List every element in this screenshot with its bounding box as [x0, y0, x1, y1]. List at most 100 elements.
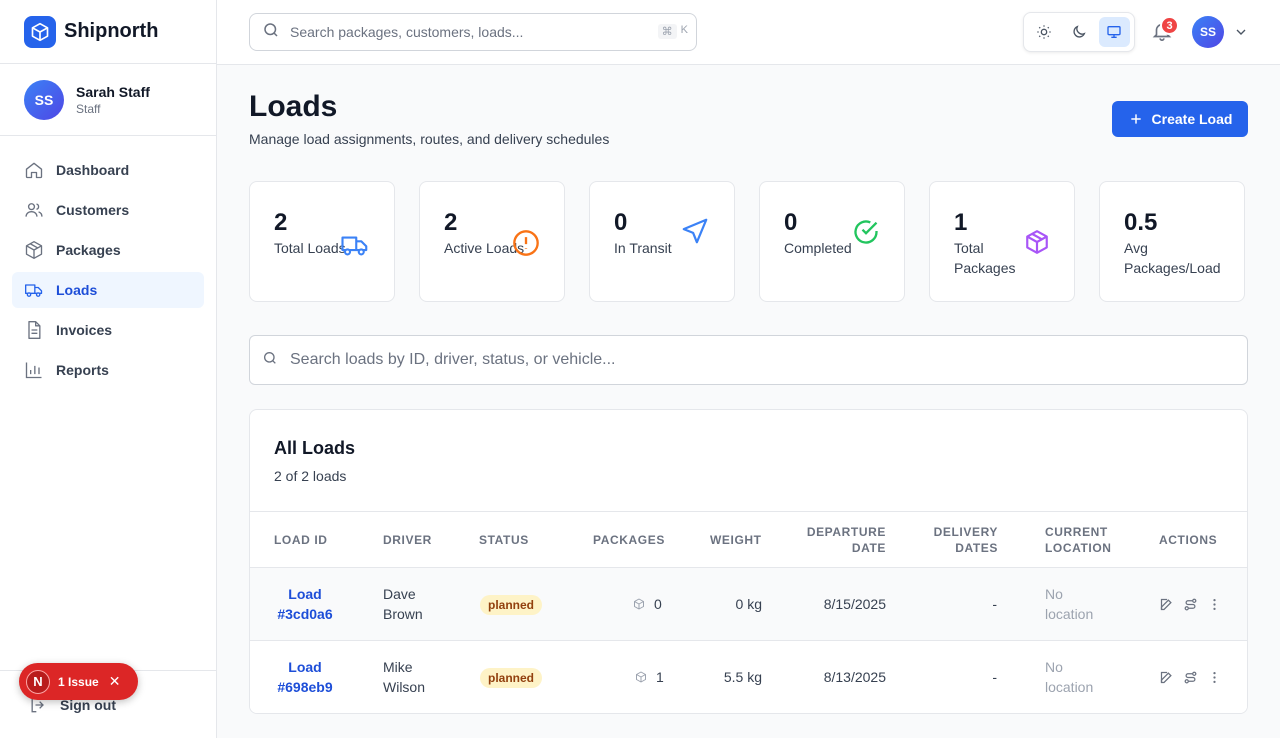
issue-label: 1 Issue [58, 674, 99, 689]
plus-icon [1130, 114, 1141, 124]
home-icon [24, 160, 44, 180]
k-key: K [680, 24, 688, 36]
search-icon [262, 21, 280, 44]
packages-count: 0 [654, 596, 662, 612]
dark-theme-button[interactable] [1063, 17, 1094, 47]
weight-cell: 0 kg [735, 596, 762, 612]
column-header[interactable]: Packages [593, 532, 665, 548]
users-icon [24, 200, 44, 220]
column-header[interactable]: Delivery Dates [910, 524, 998, 556]
avatar: SS [24, 79, 64, 120]
user-profile: SS Sarah Staff Staff [0, 64, 216, 136]
sidebar-item-packages[interactable]: Packages [12, 232, 204, 268]
issue-initial: N [26, 669, 50, 694]
column-header[interactable]: Driver [383, 532, 432, 548]
brand[interactable]: Shipnorth [0, 0, 216, 64]
package-icon [636, 671, 646, 683]
sidebar: Shipnorth SS Sarah Staff Staff Dashboard… [0, 0, 217, 738]
search-input[interactable] [290, 24, 640, 40]
packages-count: 1 [656, 669, 664, 685]
page-title: Loads [249, 90, 338, 123]
departure-date-cell: 8/13/2025 [823, 669, 886, 685]
user-name: Sarah Staff [76, 83, 150, 100]
load-id-link[interactable]: Load #3cd0a6 [274, 584, 336, 624]
column-header[interactable]: Status [479, 532, 529, 548]
theme-switcher [1023, 12, 1135, 52]
loads-table-card: All Loads 2 of 2 loads Load ID Driver St… [249, 409, 1248, 714]
navigation-icon [680, 216, 710, 251]
delivery-dates-cell: - [992, 669, 997, 685]
sidebar-item-dashboard[interactable]: Dashboard [12, 152, 204, 188]
stat-value: 0 [614, 209, 628, 236]
loads-search [249, 335, 1248, 385]
location-cell: No location [1045, 659, 1094, 695]
column-header[interactable]: Load ID [274, 532, 328, 548]
user-menu-avatar[interactable]: SS [1192, 16, 1224, 48]
topbar: ⌘ K 3 SS [217, 0, 1280, 65]
column-header[interactable]: Departure Date [790, 524, 886, 556]
truck-icon [24, 280, 44, 300]
sidebar-item-label: Packages [56, 242, 121, 258]
sidebar-item-reports[interactable]: Reports [12, 352, 204, 388]
table-row[interactable]: Load #3cd0a6 Dave Brown planned 0 0 kg 8… [250, 568, 1247, 641]
page-subtitle: Manage load assignments, routes, and del… [249, 131, 610, 147]
stat-card-total-packages: 1 Total Packages [929, 181, 1075, 302]
issue-toast[interactable]: N 1 Issue ✕ [19, 663, 138, 700]
create-load-label: Create Load [1151, 111, 1233, 127]
system-theme-button[interactable] [1098, 17, 1130, 47]
stat-card-total-loads: 2 Total Loads [249, 181, 395, 302]
brand-name: Shipnorth [64, 20, 159, 42]
sidebar-item-label: Loads [56, 282, 98, 298]
edit-icon[interactable] [1157, 595, 1175, 613]
table-header: Load ID Driver Status Packages Weight De… [250, 511, 1247, 568]
status-badge: planned [480, 668, 543, 688]
light-theme-button[interactable] [1028, 17, 1059, 47]
route-icon[interactable] [1181, 668, 1199, 686]
check-circle-icon [852, 218, 880, 251]
keyboard-shortcut: ⌘ K [657, 24, 688, 39]
driver-cell: Dave Brown [383, 586, 423, 622]
alert-circle-icon [512, 229, 540, 262]
stats-row: 2 Total Loads 2 Active Loads 0 In Transi… [249, 181, 1245, 302]
sidebar-item-label: Dashboard [56, 162, 130, 178]
more-vertical-icon[interactable] [1205, 668, 1223, 686]
sidebar-item-loads[interactable]: Loads [12, 272, 204, 308]
table-row[interactable]: Load #698eb9 Mike Wilson planned 1 5.5 k… [250, 641, 1247, 713]
close-icon[interactable]: ✕ [109, 673, 121, 690]
stat-value: 1 [954, 209, 968, 236]
card-subtitle: 2 of 2 loads [274, 468, 347, 484]
loads-search-input[interactable] [290, 351, 1190, 369]
monitor-icon [1107, 25, 1121, 38]
sidebar-item-invoices[interactable]: Invoices [12, 312, 204, 348]
global-search: ⌘ K [249, 13, 697, 51]
app-root: Shipnorth SS Sarah Staff Staff Dashboard… [0, 0, 1280, 738]
sidebar-nav: Dashboard Customers Packages Loads Invoi… [0, 136, 216, 408]
column-header[interactable]: Weight [710, 532, 762, 548]
create-load-button[interactable]: Create Load [1112, 101, 1248, 137]
weight-cell: 5.5 kg [723, 669, 762, 685]
stat-value: 0.5 [1124, 209, 1158, 236]
stat-card-in-transit: 0 In Transit [589, 181, 735, 302]
edit-icon[interactable] [1157, 668, 1175, 686]
more-vertical-icon[interactable] [1205, 595, 1223, 613]
notification-badge: 3 [1160, 16, 1179, 35]
location-cell: No location [1045, 586, 1094, 622]
stat-value: 2 [274, 209, 288, 236]
sidebar-item-customers[interactable]: Customers [12, 192, 204, 228]
delivery-dates-cell: - [992, 596, 997, 612]
column-header[interactable]: Current Location [1045, 524, 1135, 556]
stat-card-avg-packages: 0.5 Avg Packages/Load [1099, 181, 1245, 302]
route-icon[interactable] [1181, 595, 1199, 613]
package-icon [24, 240, 44, 260]
bar-chart-icon [24, 360, 44, 380]
box-icon [24, 15, 56, 48]
stat-card-active-loads: 2 Active Loads [419, 181, 565, 302]
stat-value: 2 [444, 209, 458, 236]
packages-cell: 1 [635, 667, 664, 687]
package-icon [1024, 229, 1050, 260]
load-id-link[interactable]: Load #698eb9 [274, 657, 336, 697]
stat-value: 0 [784, 209, 798, 236]
stat-label: Avg Packages/Load [1124, 240, 1221, 276]
chevron-down-icon[interactable] [1233, 24, 1249, 45]
package-icon [634, 598, 644, 610]
